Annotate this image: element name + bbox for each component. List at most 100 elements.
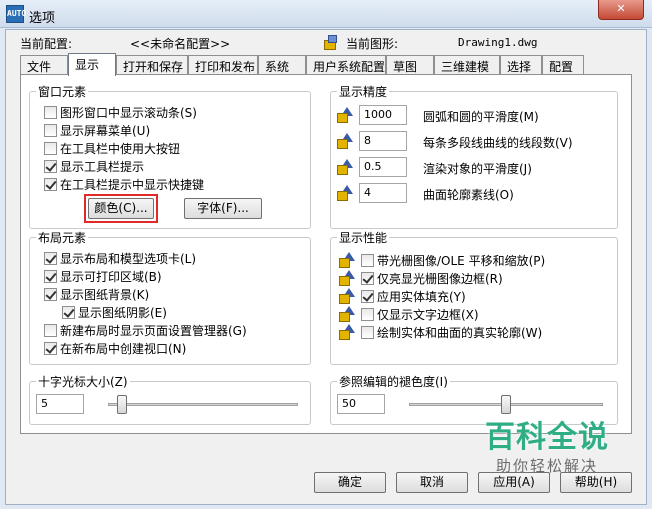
raster-pan-zoom-icon	[339, 252, 355, 268]
checkbox-printable-area[interactable]: 显示可打印区域(B)	[44, 268, 162, 284]
checkbox-label: 绘制实体和曲面的真实轮廓(W)	[377, 326, 543, 340]
checkbox-box[interactable]	[44, 270, 57, 283]
checkbox-box[interactable]	[62, 306, 75, 319]
checkbox-box[interactable]	[44, 142, 57, 155]
checkbox-box[interactable]	[361, 272, 374, 285]
close-button[interactable]: ✕	[598, 0, 644, 20]
autocad-app-icon: AUTO	[6, 5, 26, 23]
current-profile-label: 当前配置:	[20, 37, 73, 51]
watermark-main-text: 百科全说	[485, 420, 609, 455]
checkbox-true-silhouettes[interactable]: 绘制实体和曲面的真实轮廓(W)	[361, 324, 542, 340]
checkbox-screen-menu[interactable]: 显示屏幕菜单(U)	[44, 122, 150, 138]
checkbox-label: 在工具栏中使用大按钮	[60, 142, 181, 156]
checkbox-label: 显示布局和模型选项卡(L)	[60, 252, 197, 266]
render-smoothness-input[interactable]: 0.5	[359, 157, 407, 177]
checkbox-label: 图形窗口中显示滚动条(S)	[60, 106, 197, 120]
checkbox-page-setup-manager[interactable]: 新建布局时显示页面设置管理器(G)	[44, 322, 247, 338]
tab-plot-publish[interactable]: 打印和发布	[188, 55, 258, 75]
window-elements-group: 窗口元素 图形窗口中显示滚动条(S) 显示屏幕菜单(U) 在工具栏中使用大按钮 …	[29, 83, 311, 229]
watermark-logo: 百科全说 助你轻松解决	[472, 420, 622, 482]
checkbox-box[interactable]	[44, 288, 57, 301]
drawing-file-icon	[323, 35, 339, 51]
xref-fade-group: 参照编辑的褪色度(I) 50	[330, 373, 618, 425]
tab-user-preferences[interactable]: 用户系统配置	[306, 55, 386, 75]
cancel-button[interactable]: 取消	[396, 472, 468, 493]
checkbox-scrollbars[interactable]: 图形窗口中显示滚动条(S)	[44, 104, 197, 120]
arc-smoothness-icon	[337, 107, 353, 123]
checkbox-box[interactable]	[361, 254, 374, 267]
render-smoothness-label: 渲染对象的平滑度(J)	[423, 162, 532, 176]
checkbox-label: 仅亮显光栅图像边框(R)	[377, 272, 503, 286]
polyline-segments-label: 每条多段线曲线的线段数(V)	[423, 136, 573, 150]
checkbox-raster-pan-zoom[interactable]: 带光栅图像/OLE 平移和缩放(P)	[361, 252, 545, 268]
checkbox-label: 在工具栏提示中显示快捷键	[60, 178, 205, 192]
checkbox-box[interactable]	[44, 124, 57, 137]
xref-fade-title: 参照编辑的褪色度(I)	[337, 373, 450, 390]
checkbox-box[interactable]	[361, 326, 374, 339]
current-drawing-label: 当前图形:	[346, 37, 399, 51]
tab-open-save[interactable]: 打开和保存	[116, 55, 188, 75]
checkbox-box[interactable]	[44, 160, 57, 173]
checkbox-box[interactable]	[44, 342, 57, 355]
contour-lines-icon	[337, 185, 353, 201]
crosshair-size-slider-track[interactable]	[108, 403, 298, 406]
checkbox-layout-model-tabs[interactable]: 显示布局和模型选项卡(L)	[44, 250, 196, 266]
checkbox-tooltips[interactable]: 显示工具栏提示	[44, 158, 144, 174]
text-frame-icon	[339, 306, 355, 322]
crosshair-size-title: 十字光标大小(Z)	[36, 373, 130, 390]
checkbox-label: 显示可打印区域(B)	[60, 270, 162, 284]
checkbox-paper-shadow[interactable]: 显示图纸阴影(E)	[62, 304, 167, 320]
polyline-segments-icon	[337, 133, 353, 149]
checkbox-label: 新建布局时显示页面设置管理器(G)	[60, 324, 247, 338]
current-drawing-value: Drawing1.dwg	[458, 36, 538, 49]
xref-fade-input[interactable]: 50	[337, 394, 385, 414]
checkbox-raster-frame[interactable]: 仅亮显光栅图像边框(R)	[361, 270, 503, 286]
layout-elements-group: 布局元素 显示布局和模型选项卡(L) 显示可打印区域(B) 显示图纸背景(K) …	[29, 229, 311, 365]
crosshair-size-slider-thumb[interactable]	[117, 395, 127, 414]
checkbox-box[interactable]	[44, 106, 57, 119]
fonts-button[interactable]: 字体(F)...	[184, 198, 262, 219]
window-elements-title: 窗口元素	[36, 83, 89, 100]
layout-elements-title: 布局元素	[36, 229, 89, 246]
checkbox-label: 显示图纸阴影(E)	[78, 306, 167, 320]
tab-system[interactable]: 系统	[258, 55, 306, 75]
true-silhouettes-icon	[339, 324, 355, 340]
crosshair-size-input[interactable]: 5	[36, 394, 84, 414]
display-resolution-group: 显示精度 1000 圆弧和圆的平滑度(M) 8 每条多段线曲线的线段数(V) 0…	[330, 83, 618, 229]
ok-button[interactable]: 确定	[314, 472, 386, 493]
checkbox-box[interactable]	[361, 308, 374, 321]
highlight-box	[84, 194, 158, 223]
checkbox-shortcut-keys[interactable]: 在工具栏提示中显示快捷键	[44, 176, 204, 192]
xref-fade-slider-thumb[interactable]	[501, 395, 511, 414]
polyline-segments-input[interactable]: 8	[359, 131, 407, 151]
tab-drafting[interactable]: 草图	[386, 55, 434, 75]
checkbox-label: 显示工具栏提示	[60, 160, 145, 174]
checkbox-paper-background[interactable]: 显示图纸背景(K)	[44, 286, 149, 302]
tab-3d-modeling[interactable]: 三维建模	[434, 55, 500, 75]
tab-selection[interactable]: 选择	[500, 55, 542, 75]
crosshair-size-group: 十字光标大小(Z) 5	[29, 373, 311, 425]
display-performance-group: 显示性能 带光栅图像/OLE 平移和缩放(P) 仅亮显光栅图像边框(R) 应用实…	[330, 229, 618, 365]
checkbox-label: 显示屏幕菜单(U)	[60, 124, 151, 138]
checkbox-label: 仅显示文字边框(X)	[377, 308, 479, 322]
tab-profiles[interactable]: 配置	[542, 55, 584, 75]
display-tab-panel: 窗口元素 图形窗口中显示滚动条(S) 显示屏幕菜单(U) 在工具栏中使用大按钮 …	[20, 74, 632, 434]
checkbox-solid-fill[interactable]: 应用实体填充(Y)	[361, 288, 466, 304]
tab-display[interactable]: 显示	[68, 53, 116, 76]
watermark-sub-text: 助你轻松解决	[495, 457, 598, 475]
checkbox-large-buttons[interactable]: 在工具栏中使用大按钮	[44, 140, 180, 156]
checkbox-text-frame[interactable]: 仅显示文字边框(X)	[361, 306, 479, 322]
tab-files[interactable]: 文件	[20, 55, 68, 75]
checkbox-box[interactable]	[44, 324, 57, 337]
checkbox-label: 带光栅图像/OLE 平移和缩放(P)	[377, 254, 546, 268]
display-resolution-title: 显示精度	[337, 83, 390, 100]
checkbox-box[interactable]	[44, 252, 57, 265]
checkbox-label: 在新布局中创建视口(N)	[60, 342, 187, 356]
checkbox-box[interactable]	[44, 178, 57, 191]
window-title: 选项	[29, 11, 56, 26]
checkbox-create-viewport[interactable]: 在新布局中创建视口(N)	[44, 340, 186, 356]
checkbox-box[interactable]	[361, 290, 374, 303]
arc-smoothness-label: 圆弧和圆的平滑度(M)	[423, 110, 539, 124]
contour-lines-input[interactable]: 4	[359, 183, 407, 203]
arc-smoothness-input[interactable]: 1000	[359, 105, 407, 125]
